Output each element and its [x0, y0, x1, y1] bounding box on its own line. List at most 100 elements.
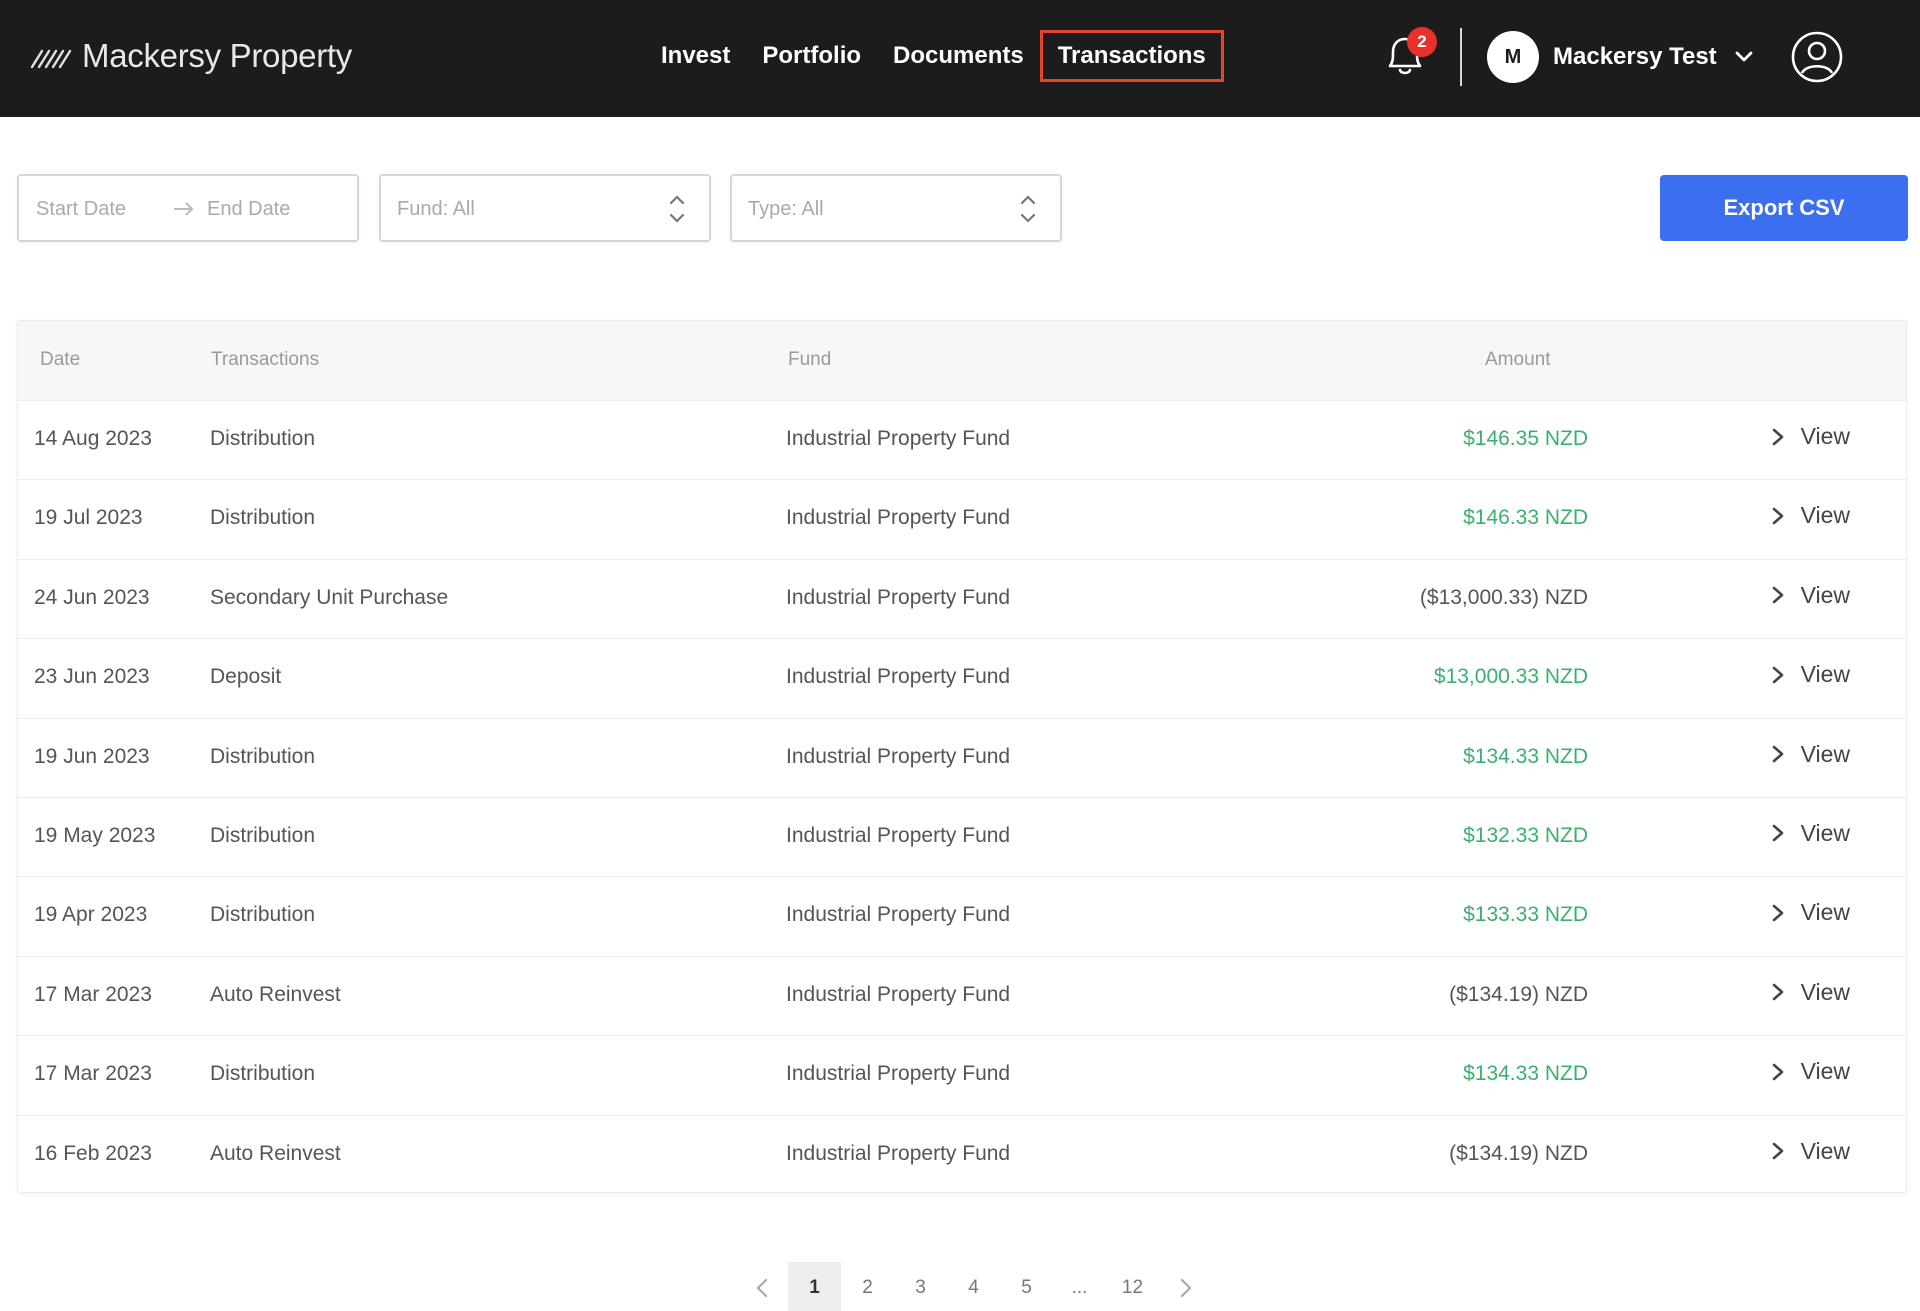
date-range-picker[interactable]: Start Date End Date [17, 174, 359, 242]
view-label: View [1800, 661, 1850, 688]
row-transaction: Auto Reinvest [210, 1141, 341, 1165]
table-row: 14 Aug 2023 Distribution Industrial Prop… [18, 401, 1906, 481]
row-transaction: Secondary Unit Purchase [210, 585, 449, 609]
row-transaction: Distribution [210, 903, 316, 927]
row-date: 17 Mar 2023 [34, 982, 152, 1006]
view-button[interactable]: View [1771, 661, 1850, 688]
row-transaction: Deposit [210, 665, 282, 689]
chevron-down-icon [1735, 51, 1753, 62]
view-label: View [1800, 423, 1850, 449]
column-header-amount: Amount [1485, 349, 1551, 370]
user-avatar: M [1487, 31, 1539, 83]
brand-name: Mackersy Property [82, 37, 352, 74]
view-button[interactable]: View [1771, 1138, 1850, 1165]
view-label: View [1800, 819, 1850, 846]
row-date: 19 May 2023 [34, 823, 156, 847]
page-4-button[interactable]: 4 [947, 1262, 1000, 1311]
row-fund: Industrial Property Fund [786, 506, 1011, 530]
table-row: 19 Apr 2023 Distribution Industrial Prop… [18, 877, 1906, 957]
chevron-right-icon [1772, 745, 1783, 763]
table-row: 19 Jun 2023 Distribution Industrial Prop… [18, 719, 1906, 798]
nav-invest[interactable]: Invest [645, 30, 746, 82]
row-amount: ($13,000.33) NZD [1419, 585, 1588, 609]
chevron-right-icon [1772, 904, 1783, 922]
row-amount: $146.35 NZD [1463, 427, 1588, 450]
view-label: View [1800, 581, 1850, 608]
row-fund: Industrial Property Fund [786, 744, 1011, 768]
page-2-button[interactable]: 2 [841, 1262, 894, 1311]
end-date-input[interactable]: End Date [207, 198, 290, 221]
fund-select-value: Fund: All [397, 198, 475, 220]
table-row: 23 Jun 2023 Deposit Industrial Property … [18, 639, 1906, 719]
row-fund: Industrial Property Fund [786, 427, 1011, 450]
notifications-button[interactable]: 2 [1382, 27, 1437, 82]
table-row: 16 Feb 2023 Auto Reinvest Industrial Pro… [18, 1116, 1906, 1192]
view-button[interactable]: View [1771, 741, 1850, 768]
row-date: 16 Feb 2023 [34, 1141, 152, 1165]
row-date: 19 Apr 2023 [34, 903, 148, 927]
chevron-right-icon [1772, 983, 1783, 1001]
row-amount: $134.33 NZD [1463, 744, 1588, 768]
table-row: 17 Mar 2023 Auto Reinvest Industrial Pro… [18, 957, 1906, 1037]
row-amount: $134.33 NZD [1463, 1062, 1588, 1086]
row-fund: Industrial Property Fund [786, 1062, 1011, 1086]
view-label: View [1800, 899, 1850, 926]
column-header-transactions: Transactions [211, 349, 320, 370]
row-transaction: Distribution [210, 1062, 316, 1086]
row-transaction: Distribution [210, 427, 316, 450]
view-label: View [1800, 978, 1850, 1005]
row-amount: ($134.19) NZD [1449, 982, 1588, 1006]
row-date: 17 Mar 2023 [34, 1062, 152, 1086]
table-header: Date Transactions Fund Amount [18, 321, 1906, 401]
row-fund: Industrial Property Fund [786, 903, 1011, 927]
type-select-value: Type: All [748, 198, 824, 220]
brand-mark-icon [30, 49, 72, 69]
start-date-input[interactable]: Start Date [36, 198, 126, 221]
page-ellipsis: ... [1071, 1277, 1088, 1298]
row-transaction: Auto Reinvest [210, 982, 341, 1006]
row-amount: $133.33 NZD [1463, 903, 1588, 927]
view-button[interactable]: View [1771, 899, 1850, 926]
nav-transactions[interactable]: Transactions [1039, 30, 1224, 82]
table-row: 19 Jul 2023 Distribution Industrial Prop… [18, 480, 1906, 560]
main-nav: Invest Portfolio Documents Transactions [645, 28, 1224, 84]
chevron-right-icon [1180, 1278, 1192, 1298]
row-fund: Industrial Property Fund [786, 1141, 1011, 1165]
row-amount: $132.33 NZD [1463, 823, 1588, 847]
view-button[interactable]: View [1771, 502, 1850, 529]
row-date: 14 Aug 2023 [34, 427, 152, 450]
page-12-button[interactable]: 12 [1106, 1262, 1159, 1311]
view-label: View [1800, 740, 1850, 767]
view-button[interactable]: View [1771, 423, 1850, 450]
table-row: 19 May 2023 Distribution Industrial Prop… [18, 798, 1906, 878]
view-button[interactable]: View [1771, 979, 1850, 1006]
view-button[interactable]: View [1771, 820, 1850, 847]
sort-updown-icon [1020, 195, 1036, 223]
user-circle-icon[interactable] [1790, 30, 1844, 84]
notification-count-badge: 2 [1407, 27, 1437, 57]
column-header-date: Date [40, 349, 81, 370]
row-fund: Industrial Property Fund [786, 982, 1011, 1006]
row-amount: $13,000.33 NZD [1433, 665, 1588, 689]
fund-select[interactable]: Fund: All [379, 174, 711, 242]
page-3-button[interactable]: 3 [894, 1262, 947, 1311]
page-5-button[interactable]: 5 [1000, 1262, 1053, 1311]
brand-logo[interactable]: Mackersy Property [30, 32, 352, 80]
chevron-right-icon [1772, 1063, 1783, 1080]
row-transaction: Distribution [210, 744, 316, 768]
page-1-button[interactable]: 1 [788, 1262, 841, 1311]
view-button[interactable]: View [1771, 1058, 1850, 1085]
export-csv-button[interactable]: Export CSV [1660, 175, 1908, 241]
nav-documents[interactable]: Documents [877, 30, 1040, 82]
nav-portfolio[interactable]: Portfolio [746, 30, 877, 82]
arrow-right-icon [174, 202, 194, 216]
user-menu[interactable]: M Mackersy Test [1487, 30, 1755, 84]
sort-updown-icon [669, 195, 685, 223]
type-select[interactable]: Type: All [730, 174, 1062, 242]
next-page-button[interactable] [1159, 1262, 1212, 1311]
chevron-right-icon [1772, 1142, 1783, 1160]
row-transaction: Distribution [210, 506, 316, 530]
prev-page-button[interactable] [735, 1262, 788, 1311]
view-button[interactable]: View [1771, 582, 1850, 609]
row-date: 19 Jul 2023 [34, 506, 143, 530]
